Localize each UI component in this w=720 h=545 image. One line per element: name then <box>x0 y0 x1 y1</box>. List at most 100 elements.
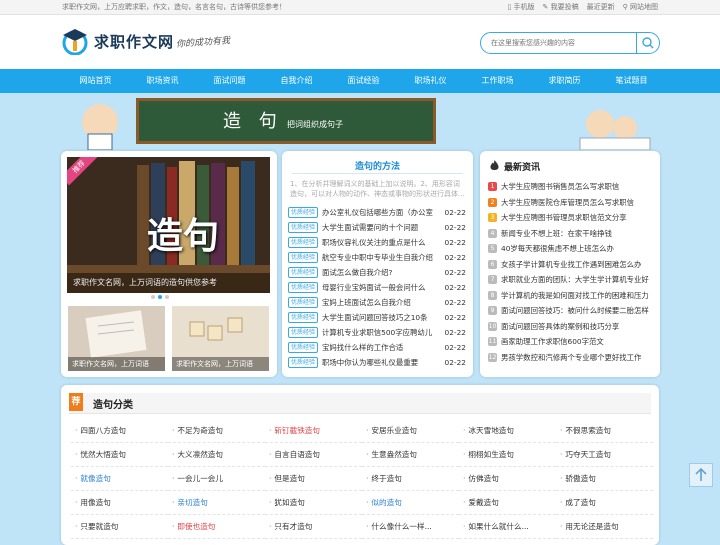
thumb-card-1[interactable]: 求职作文名网，上万词语 <box>68 306 165 371</box>
category-link[interactable]: 一会儿一会儿 <box>168 467 265 491</box>
nav-career-news[interactable]: 职场资讯 <box>129 69 196 93</box>
methods-title[interactable]: 造句的方法 <box>282 159 473 172</box>
category-link[interactable]: 用无论还是造句 <box>556 515 653 539</box>
nav-home[interactable]: 网站首页 <box>62 69 129 93</box>
category-link[interactable]: 爱戴造句 <box>459 491 556 515</box>
slide-caption: 求职作文名网，上万词语的造句供您参考 <box>67 273 270 293</box>
category-link[interactable]: 四面八方造句 <box>71 419 168 443</box>
back-to-top-button[interactable] <box>689 463 713 487</box>
quality-tag: 优质经验 <box>288 222 319 233</box>
list-item[interactable]: 优质经验 宝妈找什么样的工作合适 02-22 <box>288 340 466 355</box>
list-item[interactable]: 6 女孩子学计算机专业找工作遇到困难怎么办 <box>488 257 654 273</box>
category-link[interactable]: 犹如造句 <box>265 491 362 515</box>
category-link[interactable]: 仿佛造句 <box>459 467 556 491</box>
quality-tag: 优质经验 <box>288 237 319 248</box>
top-bar: 求职作文网，上万应聘求职，作文，造句，名言名句，古诗等供您参考！ ▯ 手机版 ✎… <box>0 0 720 15</box>
category-link[interactable]: 安居乐业造句 <box>362 419 459 443</box>
categories-panel: 荐 造句分类 四面八方造句不足为奇造句斩钉截铁造句安居乐业造句冰天雪地造句不假思… <box>61 385 659 545</box>
list-item[interactable]: 9 面试问题回答技巧：被问什么时候要二胎怎样 <box>488 303 654 319</box>
category-link[interactable]: 冰天雪地造句 <box>459 419 556 443</box>
graduation-cap-icon <box>60 27 90 56</box>
thumb-caption-2: 求职作文名网，上万词语 <box>172 357 269 371</box>
category-link[interactable]: 如果什么就什么... <box>459 515 556 539</box>
category-link[interactable]: 自言自语造句 <box>265 443 362 467</box>
list-item[interactable]: 12 男孩学数控和汽修两个专业哪个更好找工作 <box>488 350 654 366</box>
categories-title: 造句分类 <box>93 400 133 411</box>
category-link[interactable]: 栩栩如生造句 <box>459 443 556 467</box>
quality-tag: 优质经验 <box>288 252 319 263</box>
latest-news-list: 1 大学生应聘图书销售员怎么写求职信 2 大学生应聘医院仓库管理员怎么写求职信 3大… <box>488 179 654 365</box>
category-link[interactable]: 但是造句 <box>265 467 362 491</box>
methods-intro: 1、在分析并理解词义的基础上加以说明。2、用形容词造句，可以对人物的动作、神态或… <box>290 180 465 198</box>
sitemap-link[interactable]: ⚲ 网站地图 <box>623 0 658 14</box>
list-item[interactable]: 优质经验 职场中你认为哪些礼仪最重要 02-22 <box>288 355 466 370</box>
list-item[interactable]: 优质经验 航空专业中职中专毕业生自我介绍 02-22 <box>288 250 466 265</box>
search-input[interactable] <box>489 36 633 50</box>
category-link[interactable]: 巧夺天工造句 <box>556 443 653 467</box>
list-item[interactable]: 优质经验 大学生面试问题回答技巧之10条 02-22 <box>288 310 466 325</box>
category-link[interactable]: 终于造句 <box>362 467 459 491</box>
category-link[interactable]: 亲切造句 <box>168 491 265 515</box>
list-item[interactable]: 4 新闻专业不想上班：在家干啥挣钱 <box>488 226 654 242</box>
categories-header: 荐 造句分类 <box>69 393 651 414</box>
category-link[interactable]: 用像造句 <box>71 491 168 515</box>
featured-panel: 推荐 造句 求职作文名网，上万词语的造句供您参考 求职作文名网，上万词语 求职作… <box>61 151 277 377</box>
mobile-link[interactable]: ▯ 手机版 <box>507 0 534 14</box>
nav-etiquette[interactable]: 职场礼仪 <box>397 69 464 93</box>
category-link[interactable]: 斩钉截铁造句 <box>265 419 362 443</box>
list-item[interactable]: 1 大学生应聘图书销售员怎么写求职信 <box>488 179 654 195</box>
category-link[interactable]: 只要就造句 <box>71 515 168 539</box>
category-link[interactable]: 不足为奇造句 <box>168 419 265 443</box>
nav-resume[interactable]: 求职简历 <box>531 69 598 93</box>
list-item[interactable]: 优质经验 计算机专业求职信500字应聘幼儿 02-22 <box>288 325 466 340</box>
category-link[interactable]: 什么像什么一样... <box>362 515 459 539</box>
list-item[interactable]: 11 画家助理工作求职信600字范文 <box>488 334 654 350</box>
list-item[interactable]: 10 面试问题回答具体的案例和技巧分享 <box>488 319 654 335</box>
banner-title: 造 句 <box>223 111 283 132</box>
nav-workplace[interactable]: 工作职场 <box>464 69 531 93</box>
list-item[interactable]: 优质经验 职场仪容礼仪关注的重点是什么 02-22 <box>288 235 466 250</box>
rank-number: 5 <box>488 244 497 254</box>
list-item[interactable]: 3 大学生应聘图书管理员求职信范文分享 <box>488 210 654 226</box>
slide-dot-2[interactable] <box>158 295 162 299</box>
thumb-card-2[interactable]: 求职作文名网，上万词语 <box>172 306 269 371</box>
site-tagline: 求职作文网，上万应聘求职，作文，造句，名言名句，古诗等供您参考！ <box>62 3 286 11</box>
slide-title: 造句 <box>147 215 220 257</box>
category-link[interactable]: 就像造句 <box>71 467 168 491</box>
category-link[interactable]: 恍然大悟造句 <box>71 443 168 467</box>
recommend-icon: 荐 <box>69 393 83 411</box>
list-item[interactable]: 优质经验 面试怎么做自我介绍? 02-22 <box>288 265 466 280</box>
list-item[interactable]: 优质经验 办公室礼仪包括哪些方面（办公室 02-22 <box>288 205 466 220</box>
slide-dot-3[interactable] <box>165 295 169 299</box>
submit-link[interactable]: ✎ 我要投稿 <box>543 0 579 14</box>
nav-written-test[interactable]: 笔试题目 <box>598 69 665 93</box>
recent-link[interactable]: 最近更新 <box>587 0 615 14</box>
category-link[interactable]: 不假思索造句 <box>556 419 653 443</box>
list-item[interactable]: 优质经验 宝妈上班面试怎么自我介绍 02-22 <box>288 295 466 310</box>
search-button[interactable] <box>636 33 659 53</box>
category-link[interactable]: 似的造句 <box>362 491 459 515</box>
nav-interview-questions[interactable]: 面试问题 <box>196 69 263 93</box>
slide-dot-1[interactable] <box>151 295 155 299</box>
nav-self-intro[interactable]: 自我介绍 <box>263 69 330 93</box>
list-item[interactable]: 8 学计算机的我是如何面对找工作的困难和压力 <box>488 288 654 304</box>
category-link[interactable]: 即使也造句 <box>168 515 265 539</box>
list-item[interactable]: 优质经验 母婴行业宝妈面试一般会问什么 02-22 <box>288 280 466 295</box>
category-link[interactable]: 大义凛然造句 <box>168 443 265 467</box>
rank-number: 1 <box>488 182 497 192</box>
featured-slide[interactable]: 推荐 造句 求职作文名网，上万词语的造句供您参考 <box>67 157 270 293</box>
list-item[interactable]: 7 求职就业方面的团队：大学生学计算机专业好 <box>488 272 654 288</box>
list-item[interactable]: 优质经验 大学生面试需要问的十个问题 02-22 <box>288 220 466 235</box>
quality-tag: 优质经验 <box>288 357 319 368</box>
slide-dots <box>151 295 169 299</box>
category-link[interactable]: 生意盎然造句 <box>362 443 459 467</box>
category-link[interactable]: 只有才造句 <box>265 515 362 539</box>
nav-interview-experience[interactable]: 面试经验 <box>330 69 397 93</box>
list-item[interactable]: 2 大学生应聘医院仓库管理员怎么写求职信 <box>488 195 654 211</box>
site-header: 求职作文网 你的成功有我 <box>0 15 720 69</box>
category-link[interactable]: 骄傲造句 <box>556 467 653 491</box>
category-link[interactable]: 成了造句 <box>556 491 653 515</box>
quality-tag: 优质经验 <box>288 207 319 218</box>
list-item[interactable]: 5 40岁每天都很焦虑不想上班怎么办 <box>488 241 654 257</box>
logo[interactable]: 求职作文网 <box>60 27 174 56</box>
